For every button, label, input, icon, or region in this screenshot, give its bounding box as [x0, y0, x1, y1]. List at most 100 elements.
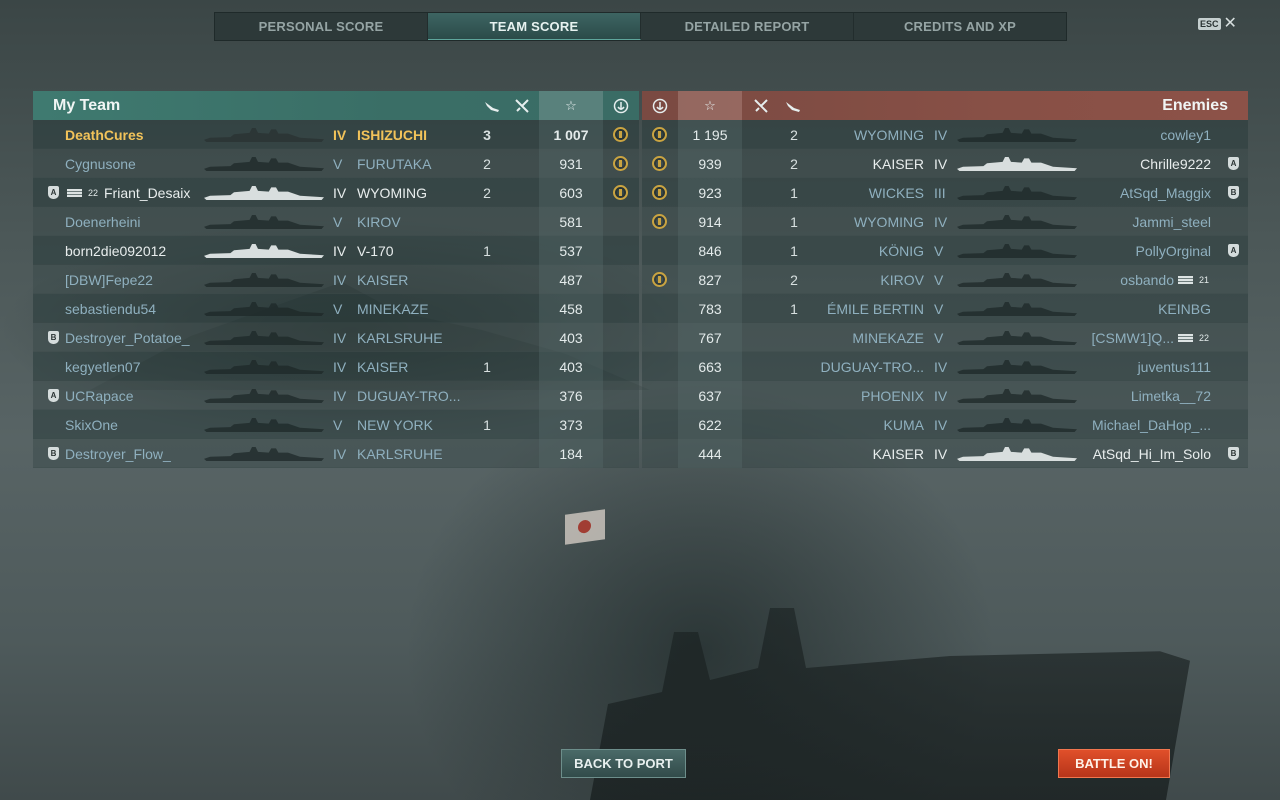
table-row[interactable]: sebastiendu54 V MINEKAZE 458	[33, 294, 639, 323]
ship-silhouette-icon	[957, 418, 1077, 432]
player-name[interactable]: Cygnusone	[65, 149, 203, 178]
ship-name: MINEKAZE	[852, 329, 924, 346]
kills-count: 1	[483, 416, 491, 433]
player-name[interactable]: [DBW]Fepe22	[65, 265, 203, 294]
close-icon[interactable]: ✕	[1224, 16, 1237, 32]
my-team-header: My Team ☆	[33, 91, 639, 120]
kills-count: 1	[790, 213, 798, 230]
kills-count	[784, 352, 804, 381]
table-row[interactable]: 637 PHOENIX IV Limetka__72	[642, 381, 1248, 410]
ship-silhouette-icon	[204, 302, 324, 316]
my-team-list: DeathCures IV ISHIZUCHI 3 1 007 Cygnusone V FUR…	[33, 120, 639, 468]
player-name[interactable]: kegyetlen07	[65, 352, 203, 381]
ship-silhouette-icon	[957, 128, 1077, 142]
tab-credits-and-xp[interactable]: CREDITS AND XP	[854, 13, 1066, 40]
kills-count	[477, 381, 497, 410]
table-row[interactable]: 663 DUGUAY-TRO... IV juventus111	[642, 352, 1248, 381]
division-badge: B	[48, 331, 59, 344]
table-row[interactable]: born2die092012 IV V-170 1 537	[33, 236, 639, 265]
player-name[interactable]: Destroyer_Potatoe_	[65, 323, 203, 352]
ship-name: WYOMING	[854, 126, 924, 143]
ship-tier: III	[934, 184, 946, 201]
player-name[interactable]: sebastiendu54	[65, 294, 203, 323]
medal-icon	[613, 127, 628, 142]
table-row[interactable]: B Destroyer_Flow_ IV KARLSRUHE 184	[33, 439, 639, 468]
plane-icon	[477, 91, 507, 120]
tab-detailed-report[interactable]: DETAILED REPORT	[641, 13, 854, 40]
table-row[interactable]: 1 195 2 WYOMING IV cowley1	[642, 120, 1248, 149]
esc-close-button[interactable]: ESC ✕	[1198, 16, 1237, 32]
table-row[interactable]: B Destroyer_Potatoe_ IV KARLSRUHE 403	[33, 323, 639, 352]
ship-tier: IV	[934, 445, 948, 462]
division-badge: A	[1228, 157, 1239, 170]
table-row[interactable]: A UCRapace IV DUGUAY-TRO... 376	[33, 381, 639, 410]
clan-flag-icon	[67, 189, 82, 197]
enemies-list: 1 195 2 WYOMING IV cowley1 939 2 KAISER IV Chrill…	[642, 120, 1248, 468]
player-name[interactable]: Michael_DaHop_...	[1080, 410, 1211, 439]
table-row[interactable]: kegyetlen07 IV KAISER 1 403	[33, 352, 639, 381]
table-row[interactable]: 923 1 WICKES III AtSqd_Maggix B	[642, 178, 1248, 207]
player-name[interactable]: Jammi_steel	[1080, 207, 1211, 236]
ship-name: KUMA	[883, 416, 924, 433]
player-name[interactable]: Friant_Desaix	[104, 178, 203, 207]
player-name[interactable]: juventus111	[1080, 352, 1211, 381]
table-row[interactable]: 767 MINEKAZE V 22 [CSMW1]Q...	[642, 323, 1248, 352]
score-value: 537	[559, 242, 583, 259]
player-name[interactable]: KEINBG	[1080, 294, 1211, 323]
table-row[interactable]: A 22 Friant_Desaix IV WYOMING 2 603	[33, 178, 639, 207]
ship-tier: IV	[333, 358, 347, 375]
tab-personal-score[interactable]: PERSONAL SCORE	[215, 13, 428, 40]
ship-name: MINEKAZE	[357, 300, 429, 317]
background-flag	[565, 509, 605, 545]
player-name[interactable]: PollyOrginal	[1080, 236, 1211, 265]
table-row[interactable]: 939 2 KAISER IV Chrille9222 A	[642, 149, 1248, 178]
player-name[interactable]: AtSqd_Maggix	[1080, 178, 1211, 207]
player-name[interactable]: Doenerheini	[65, 207, 203, 236]
player-name[interactable]: Destroyer_Flow_	[65, 439, 203, 468]
table-row[interactable]: [DBW]Fepe22 IV KAISER 487	[33, 265, 639, 294]
ship-tier: IV	[934, 126, 948, 143]
ship-silhouette-icon	[957, 215, 1077, 229]
score-value: 581	[559, 213, 583, 230]
tab-team-score[interactable]: TEAM SCORE	[428, 13, 641, 40]
medal-icon	[613, 156, 628, 171]
kills-count: 3	[483, 126, 491, 143]
table-row[interactable]: 622 KUMA IV Michael_DaHop_...	[642, 410, 1248, 439]
player-name[interactable]: Chrille9222	[1080, 149, 1211, 178]
player-name[interactable]: Limetka__72	[1080, 381, 1211, 410]
ship-name: KAISER	[357, 358, 409, 375]
back-to-port-button[interactable]: BACK TO PORT	[561, 749, 686, 778]
table-row[interactable]: 914 1 WYOMING IV Jammi_steel	[642, 207, 1248, 236]
table-row[interactable]: 783 1 ÉMILE BERTIN V KEINBG	[642, 294, 1248, 323]
score-value: 184	[559, 445, 583, 462]
table-row[interactable]: DeathCures IV ISHIZUCHI 3 1 007	[33, 120, 639, 149]
battle-on-button[interactable]: BATTLE ON!	[1058, 749, 1170, 778]
ship-name: KAISER	[872, 155, 924, 172]
player-name[interactable]: SkixOne	[65, 410, 203, 439]
player-name[interactable]: osbando	[1080, 265, 1174, 294]
player-name[interactable]: UCRapace	[65, 381, 203, 410]
tab-bar: PERSONAL SCORE TEAM SCORE DETAILED REPOR…	[214, 12, 1067, 41]
score-value: 846	[698, 242, 722, 259]
ship-name: ISHIZUCHI	[357, 126, 427, 143]
score-value: 487	[559, 271, 583, 288]
kills-count: 1	[790, 300, 798, 317]
clan-flag-icon	[1178, 276, 1193, 284]
player-name[interactable]: cowley1	[1080, 120, 1211, 149]
player-name[interactable]: born2die092012	[65, 236, 203, 265]
table-row[interactable]: Doenerheini V KIROV 581	[33, 207, 639, 236]
table-row[interactable]: 444 KAISER IV AtSqd_Hi_Im_Solo B	[642, 439, 1248, 468]
table-row[interactable]: Cygnusone V FURUTAKA 2 931	[33, 149, 639, 178]
ship-tier: V	[333, 213, 343, 230]
score-value: 1 007	[553, 126, 589, 143]
player-name[interactable]: AtSqd_Hi_Im_Solo	[1080, 439, 1211, 468]
ship-silhouette-icon	[204, 360, 324, 374]
table-row[interactable]: SkixOne V NEW YORK 1 373	[33, 410, 639, 439]
ship-silhouette-icon	[204, 418, 324, 432]
medal-icon	[652, 214, 667, 229]
table-row[interactable]: 827 2 KIROV V 21 osbando	[642, 265, 1248, 294]
player-name[interactable]: DeathCures	[65, 120, 203, 149]
table-row[interactable]: 846 1 KÖNIG V PollyOrginal A	[642, 236, 1248, 265]
ship-name: KIROV	[880, 271, 924, 288]
player-name[interactable]: [CSMW1]Q...	[1080, 323, 1174, 352]
